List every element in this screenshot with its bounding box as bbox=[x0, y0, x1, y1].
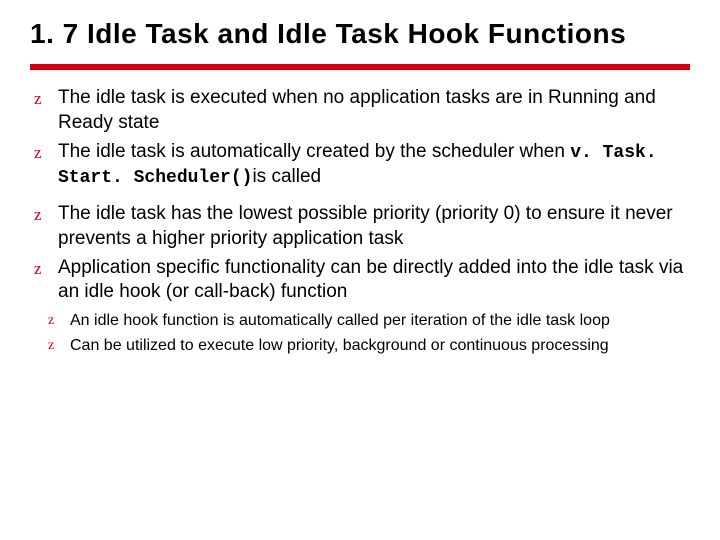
bullet-item: The idle task is automatically created b… bbox=[30, 140, 690, 191]
bullet-text-suffix: is called bbox=[252, 166, 321, 187]
main-bullet-list: The idle task is executed when no applic… bbox=[30, 86, 690, 190]
sub-bullet-text: Can be utilized to execute low priority,… bbox=[70, 337, 609, 354]
main-bullet-list-2: The idle task has the lowest possible pr… bbox=[30, 202, 690, 305]
slide-title: 1. 7 Idle Task and Idle Task Hook Functi… bbox=[30, 18, 690, 50]
bullet-text: The idle task has the lowest possible pr… bbox=[58, 203, 673, 249]
title-underline bbox=[30, 64, 690, 70]
bullet-text: Application specific functionality can b… bbox=[58, 257, 683, 303]
sub-bullet-text: An idle hook function is automatically c… bbox=[70, 312, 610, 329]
bullet-item: The idle task is executed when no applic… bbox=[30, 86, 690, 135]
bullet-item: The idle task has the lowest possible pr… bbox=[30, 202, 690, 251]
bullet-text-prefix: The idle task is automatically created b… bbox=[58, 141, 570, 162]
bullet-text: The idle task is executed when no applic… bbox=[58, 87, 656, 133]
sub-bullet-item: An idle hook function is automatically c… bbox=[44, 311, 690, 332]
bullet-item: Application specific functionality can b… bbox=[30, 256, 690, 305]
sub-bullet-list: An idle hook function is automatically c… bbox=[44, 311, 690, 357]
sub-bullet-item: Can be utilized to execute low priority,… bbox=[44, 336, 690, 357]
